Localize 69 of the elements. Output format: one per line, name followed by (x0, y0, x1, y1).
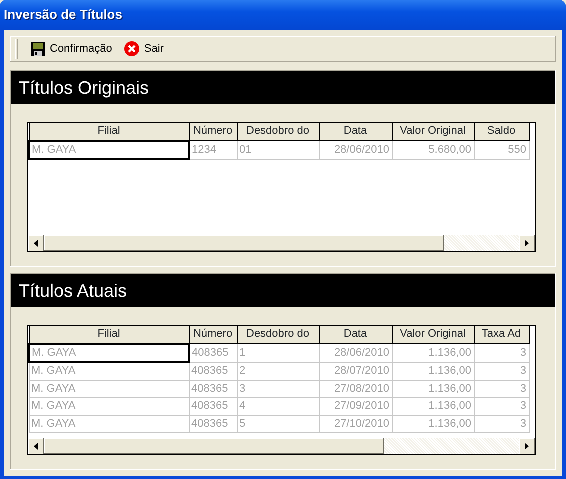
scroll-thumb[interactable] (44, 235, 444, 251)
table-cell: 550 (474, 140, 529, 159)
table-cell: M. GAYA (29, 398, 189, 415)
table-cell: 28/06/2010 (319, 344, 392, 362)
table-cell: 1.136,00 (392, 344, 474, 362)
table-cell: 01 (237, 140, 319, 159)
horizontal-scrollbar[interactable] (28, 234, 535, 251)
table-cell: 27/08/2010 (319, 380, 392, 398)
table-cell: 27/10/2010 (319, 415, 392, 432)
left-arrow-icon (34, 443, 38, 450)
column-header[interactable]: Valor Original (392, 123, 474, 140)
table-cell: 4 (237, 398, 319, 415)
table-cell: M. GAYA (29, 140, 189, 159)
data-grid[interactable]: Filial Número Desdobro do Data Valor Original Saldo M. GAYA 1234 01 28/06/2010 5.680,00 550 (27, 122, 536, 252)
column-header[interactable]: Filial (29, 123, 189, 140)
table-cell: 1 (237, 344, 319, 362)
column-header[interactable]: Número (189, 123, 237, 140)
column-header[interactable]: Taxa Ad (474, 326, 529, 344)
table-cell: 27/09/2010 (319, 398, 392, 415)
column-header[interactable]: Saldo (474, 123, 529, 140)
table-cell: 1.136,00 (392, 362, 474, 380)
confirm-button[interactable]: Confirmação (30, 40, 112, 58)
table-cell: M. GAYA (29, 344, 189, 362)
right-arrow-icon (525, 240, 529, 247)
table-cell: 3 (474, 362, 529, 380)
table-cell: M. GAYA (29, 362, 189, 380)
column-header[interactable]: Data (319, 326, 392, 344)
right-arrow-icon (525, 443, 529, 450)
table-cell: 408365 (189, 415, 237, 432)
column-header[interactable]: Filial (29, 326, 189, 344)
data-grid[interactable] (27, 325, 536, 455)
table-cell: 3 (474, 415, 529, 432)
toolbar-grip[interactable] (15, 39, 18, 59)
table-cell: 3 (237, 380, 319, 398)
column-header[interactable]: Valor Original (392, 326, 474, 344)
scroll-thumb[interactable] (44, 438, 384, 454)
window-title: Inversão de Títulos (4, 6, 122, 24)
close-icon (124, 41, 140, 57)
section-title: Títulos Originais (19, 78, 150, 98)
table-cell: M. GAYA (29, 415, 189, 432)
scroll-left-button[interactable] (28, 438, 44, 454)
horizontal-scrollbar[interactable] (28, 437, 535, 454)
left-arrow-icon (34, 240, 38, 247)
scroll-right-button[interactable] (519, 438, 535, 454)
column-header[interactable]: Desdobro do (237, 326, 319, 344)
table-cell: 1.136,00 (392, 398, 474, 415)
column-header[interactable]: Desdobro do (237, 123, 319, 140)
table-cell: 5.680,00 (392, 140, 474, 159)
column-header[interactable]: Data (319, 123, 392, 140)
scroll-left-button[interactable] (28, 235, 44, 251)
table-cell: 408365 (189, 398, 237, 415)
scroll-right-button[interactable] (519, 235, 535, 251)
section-title: Títulos Atuais (19, 281, 128, 301)
table-cell: 3 (474, 398, 529, 415)
table-cell: 1.136,00 (392, 380, 474, 398)
table-cell: 408365 (189, 362, 237, 380)
exit-button[interactable]: Sair (124, 40, 164, 58)
table-cell: 1.136,00 (392, 415, 474, 432)
column-header[interactable]: Número (189, 326, 237, 344)
table-cell: 28/06/2010 (319, 140, 392, 159)
table-cell: M. GAYA (29, 380, 189, 398)
table-cell: 3 (474, 380, 529, 398)
table-cell: 28/07/2010 (319, 362, 392, 380)
table-cell: 3 (474, 344, 529, 362)
table-cell: 1234 (189, 140, 237, 159)
table-cell: 408365 (189, 344, 237, 362)
table-cell: 2 (237, 362, 319, 380)
table-cell: 5 (237, 415, 319, 432)
table-cell: 408365 (189, 380, 237, 398)
